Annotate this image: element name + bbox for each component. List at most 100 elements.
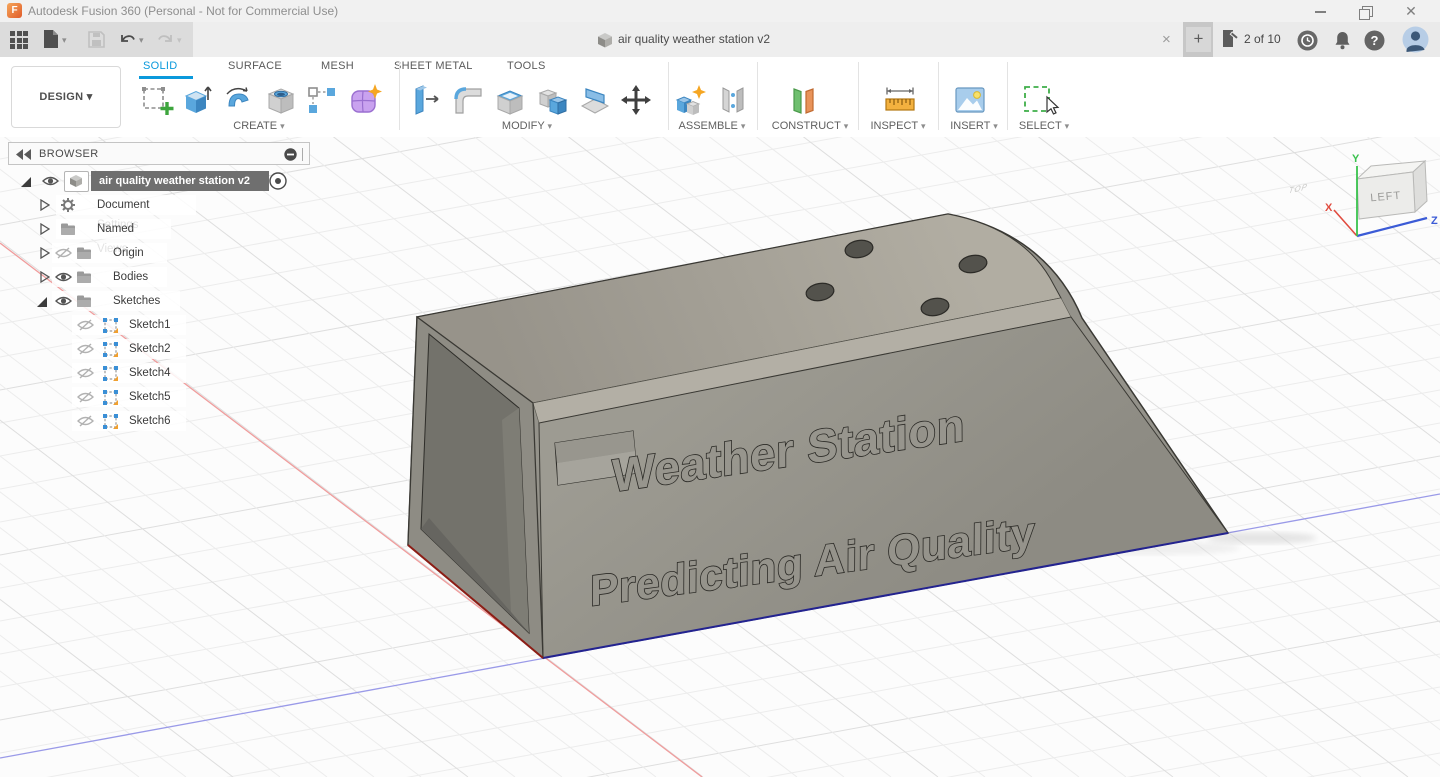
- expander-closed-icon[interactable]: [40, 199, 50, 211]
- tab-sheet-metal[interactable]: SHEET METAL: [394, 60, 473, 76]
- construct-plane-button[interactable]: [786, 82, 822, 118]
- save-button[interactable]: [88, 31, 105, 53]
- tree-item-label[interactable]: Sketch1: [129, 315, 171, 335]
- create-sketch-button[interactable]: [139, 82, 175, 118]
- tab-tools[interactable]: TOOLS: [507, 60, 546, 76]
- browser-panel-header[interactable]: BROWSER: [8, 142, 310, 165]
- visibility-eye-off-icon[interactable]: [77, 391, 94, 403]
- group-label-construct[interactable]: CONSTRUCT ▾: [763, 120, 857, 134]
- activate-component-radio[interactable]: [269, 172, 287, 190]
- job-status-button[interactable]: [1297, 30, 1318, 56]
- revolve-button[interactable]: [221, 82, 257, 118]
- expander-closed-icon[interactable]: [40, 271, 50, 283]
- user-avatar[interactable]: [1402, 26, 1429, 58]
- active-tab-underline: [139, 76, 193, 79]
- window-title: Autodesk Fusion 360 (Personal - Not for …: [28, 0, 338, 22]
- joint-button[interactable]: [715, 82, 751, 118]
- folder-icon: [60, 222, 76, 236]
- tree-item-label[interactable]: Sketch5: [129, 387, 171, 407]
- fusion360-window: F Autodesk Fusion 360 (Personal - Not fo…: [0, 0, 1440, 777]
- tree-item-label[interactable]: Bodies: [113, 267, 148, 287]
- workspace-label: DESIGN ▾: [39, 91, 92, 103]
- hole-button[interactable]: [263, 82, 299, 118]
- notifications-button[interactable]: [1332, 30, 1353, 56]
- display-settings-icon[interactable]: [284, 148, 297, 161]
- collapse-browser-icon[interactable]: [16, 149, 32, 160]
- tree-item-label[interactable]: Sketches: [113, 291, 160, 311]
- folder-icon: [76, 294, 92, 308]
- measure-button[interactable]: [882, 82, 918, 118]
- tree-item-label[interactable]: Sketch4: [129, 363, 171, 383]
- file-menu-button[interactable]: [43, 29, 59, 54]
- undo-caret-icon[interactable]: ▾: [139, 35, 144, 46]
- shell-button[interactable]: [492, 82, 528, 118]
- visibility-eye-off-icon[interactable]: [77, 319, 94, 331]
- panel-drag-handle[interactable]: [302, 148, 303, 161]
- move-copy-button[interactable]: [618, 82, 654, 118]
- document-tab-close-icon[interactable]: ×: [1162, 22, 1171, 57]
- visibility-eye-off-icon[interactable]: [77, 367, 94, 379]
- fillet-button[interactable]: [450, 82, 486, 118]
- tree-item-label[interactable]: Sketch6: [129, 411, 171, 431]
- extrude-icon: [178, 82, 214, 118]
- svg-text:?: ?: [1371, 33, 1379, 48]
- group-label-modify[interactable]: MODIFY ▾: [487, 120, 567, 134]
- group-label-create[interactable]: CREATE ▾: [219, 120, 299, 134]
- sketch-icon: [102, 389, 119, 406]
- title-bar: F Autodesk Fusion 360 (Personal - Not fo…: [0, 0, 1440, 22]
- ribbon-separator: [938, 62, 939, 130]
- tab-solid[interactable]: SOLID: [143, 60, 178, 76]
- group-label-select[interactable]: SELECT ▾: [1004, 120, 1084, 134]
- visibility-eye-icon[interactable]: [42, 175, 59, 187]
- new-document-tab-button[interactable]: +: [1186, 27, 1211, 52]
- combine-button[interactable]: [535, 82, 571, 118]
- create-form-button[interactable]: [347, 82, 383, 118]
- workspace-switcher[interactable]: DESIGN ▾: [11, 66, 121, 128]
- visibility-eye-off-icon[interactable]: [55, 247, 72, 259]
- insert-canvas-button[interactable]: [952, 82, 988, 118]
- undo-button[interactable]: [118, 30, 137, 53]
- group-label-assemble[interactable]: ASSEMBLE ▾: [669, 120, 755, 134]
- close-button[interactable]: ✕: [1394, 0, 1428, 22]
- press-pull-button[interactable]: [407, 82, 443, 118]
- root-document-label[interactable]: air quality weather station v2: [91, 171, 269, 191]
- document-tab[interactable]: air quality weather station v2 ×: [193, 22, 1183, 57]
- redo-button[interactable]: [156, 30, 175, 53]
- visibility-eye-off-icon[interactable]: [77, 343, 94, 355]
- group-label-inspect[interactable]: INSPECT ▾: [858, 120, 938, 134]
- expander-open-icon[interactable]: [20, 176, 32, 188]
- file-menu-caret-icon[interactable]: ▾: [62, 35, 67, 46]
- tree-item-label[interactable]: Origin: [113, 243, 144, 263]
- split-body-button[interactable]: [577, 82, 613, 118]
- construct-plane-icon: [786, 82, 822, 118]
- visibility-eye-off-icon[interactable]: [77, 415, 94, 427]
- viewcube-top-label: TOP: [1287, 181, 1309, 195]
- app-launcher-button[interactable]: [10, 31, 28, 49]
- help-button[interactable]: ?: [1364, 30, 1385, 56]
- expander-closed-icon[interactable]: [40, 247, 50, 259]
- version-count-label[interactable]: 2 of 10: [1244, 22, 1281, 57]
- expander-open-icon[interactable]: [36, 296, 48, 308]
- viewport-canvas[interactable]: Weather Station Predicting Air Quality L…: [0, 137, 1440, 777]
- restore-button[interactable]: [1348, 0, 1382, 22]
- expander-closed-icon[interactable]: [40, 223, 50, 235]
- tab-surface[interactable]: SURFACE: [228, 60, 282, 76]
- model-body[interactable]: Weather Station Predicting Air Quality: [408, 214, 1228, 658]
- ribbon-separator: [668, 62, 669, 130]
- visibility-eye-icon[interactable]: [55, 271, 72, 283]
- viewcube-x-label: X: [1325, 202, 1333, 214]
- browser-row-root[interactable]: air quality weather station v2: [0, 171, 310, 191]
- visibility-eye-icon[interactable]: [55, 295, 72, 307]
- new-component-button[interactable]: [673, 82, 709, 118]
- viewcube[interactable]: LEFT TOP Y X Z: [1287, 153, 1438, 236]
- rectangular-pattern-button[interactable]: [304, 82, 340, 118]
- select-button[interactable]: [1020, 82, 1056, 118]
- tab-mesh[interactable]: MESH: [321, 60, 354, 76]
- tree-item-label[interactable]: Sketch2: [129, 339, 171, 359]
- group-label-insert[interactable]: INSERT ▾: [934, 120, 1014, 134]
- sketch-icon: [102, 317, 119, 334]
- form-icon: [347, 82, 383, 118]
- minimize-button[interactable]: [1303, 0, 1337, 22]
- joint-icon: [715, 82, 751, 118]
- extrude-button[interactable]: [178, 82, 214, 118]
